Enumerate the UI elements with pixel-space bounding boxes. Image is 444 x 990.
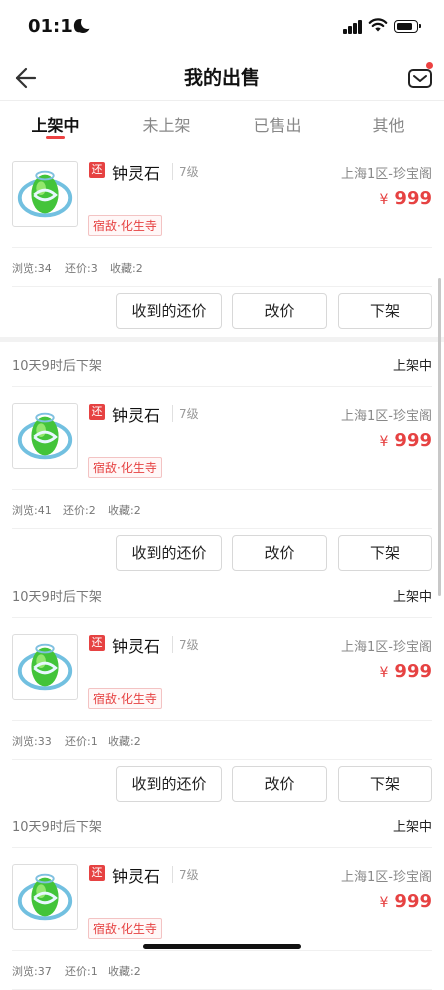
listing-actions: 收到的还价 改价 下架: [12, 287, 432, 337]
listing-item[interactable]: 还 钟灵石 7级 上海1区-珍宝阁 ¥999 宿敌·化生寺: [12, 387, 432, 490]
expiry-text: 10天9时后下架: [12, 590, 102, 605]
item-price: ¥999: [380, 188, 433, 209]
counter-offer-tag: 还: [89, 865, 105, 881]
received-offers-button[interactable]: 收到的还价: [116, 766, 222, 802]
server-name: 上海1区-珍宝阁: [341, 167, 432, 182]
item-name: 钟灵石: [112, 406, 161, 425]
tab-bar: 上架中 未上架 已售出 其他: [0, 100, 444, 145]
item-attribute-tag: 宿敌·化生寺: [88, 457, 162, 478]
server-name: 上海1区-珍宝阁: [341, 870, 432, 885]
change-price-button[interactable]: 改价: [232, 535, 327, 571]
price-value: 999: [394, 430, 432, 451]
listing-actions: 收到的还价 改价 下架: [12, 529, 432, 579]
price-value: 999: [394, 661, 432, 682]
listing-stats: 浏览:37 还价:1 收藏:2: [12, 951, 432, 990]
currency-symbol: ¥: [379, 895, 389, 911]
home-indicator[interactable]: [143, 944, 301, 949]
item-attribute-tag: 宿敌·化生寺: [88, 215, 162, 236]
listing-item[interactable]: 还 钟灵石 7级 上海1区-珍宝阁 ¥999 宿敌·化生寺: [12, 848, 432, 951]
listing-card: 10天9时后下架 上架中 还 钟灵石 7级 上海1区-珍宝阁 ¥999 宿敌·化…: [0, 803, 444, 990]
currency-symbol: ¥: [379, 192, 389, 208]
listing-stats: 浏览:34 还价:3 收藏:2: [12, 248, 432, 287]
currency-symbol: ¥: [379, 434, 389, 450]
counter-offers-count: 还价:2: [63, 504, 96, 517]
listing-card: 10天9时后下架 上架中 还 钟灵石 7级 上海1区-珍宝阁 ¥999 宿敌·化…: [0, 573, 444, 810]
active-tab-indicator: [46, 136, 65, 139]
tab-sold[interactable]: 已售出: [222, 112, 333, 136]
item-level: 7级: [172, 405, 199, 422]
expiry-text: 10天9时后下架: [12, 359, 102, 374]
counter-offers-count: 还价:1: [65, 965, 98, 978]
listing-card-header: 10天9时后下架 上架中: [12, 573, 432, 618]
listing-card-header: 10天9时后下架 上架中: [12, 803, 432, 848]
views-count: 浏览:37: [12, 965, 52, 978]
favorites-count: 收藏:2: [108, 504, 141, 517]
favorites-count: 收藏:2: [110, 262, 143, 275]
nav-bar: 我的出售: [0, 58, 444, 100]
item-price: ¥999: [380, 430, 433, 451]
views-count: 浏览:33: [12, 735, 52, 748]
spirit-stone-icon: [12, 634, 78, 700]
server-name: 上海1区-珍宝阁: [341, 640, 432, 655]
views-count: 浏览:41: [12, 504, 52, 517]
price-value: 999: [394, 188, 432, 209]
favorites-count: 收藏:2: [108, 735, 141, 748]
counter-offer-tag: 还: [89, 162, 105, 178]
change-price-button[interactable]: 改价: [232, 293, 327, 329]
listing-item[interactable]: 还 钟灵石 7级 上海1区-珍宝阁 ¥999 宿敌·化生寺: [12, 145, 432, 248]
delist-button[interactable]: 下架: [338, 766, 432, 802]
delist-button[interactable]: 下架: [338, 293, 432, 329]
item-level: 7级: [172, 163, 199, 180]
cellular-signal-icon: [343, 20, 363, 34]
spirit-stone-icon: [12, 403, 78, 469]
change-price-button[interactable]: 改价: [232, 766, 327, 802]
item-name: 钟灵石: [112, 867, 161, 886]
listing-item[interactable]: 还 钟灵石 7级 上海1区-珍宝阁 ¥999 宿敌·化生寺: [12, 618, 432, 721]
delist-button[interactable]: 下架: [338, 535, 432, 571]
counter-offer-tag: 还: [89, 635, 105, 651]
listing-status: 上架中: [392, 590, 432, 605]
price-value: 999: [394, 891, 432, 912]
moon-icon: [76, 16, 94, 33]
item-attribute-tag: 宿敌·化生寺: [88, 688, 162, 709]
listing-card-header: 10天9时后下架 上架中: [12, 342, 432, 387]
listing-status: 上架中: [392, 359, 432, 374]
views-count: 浏览:34: [12, 262, 52, 275]
counter-offer-tag: 还: [89, 404, 105, 420]
counter-offers-count: 还价:3: [65, 262, 98, 275]
received-offers-button[interactable]: 收到的还价: [116, 535, 222, 571]
item-level: 7级: [172, 866, 199, 883]
item-level: 7级: [172, 636, 199, 653]
item-price: ¥999: [380, 661, 433, 682]
item-name: 钟灵石: [112, 637, 161, 656]
currency-symbol: ¥: [379, 665, 389, 681]
tab-on-sale[interactable]: 上架中: [0, 112, 111, 136]
counter-offers-count: 还价:1: [65, 735, 98, 748]
page-title: 我的出售: [183, 67, 260, 89]
listing-card: 还 钟灵石 7级 上海1区-珍宝阁 ¥999 宿敌·化生寺 浏览:34 还价:3…: [0, 145, 444, 337]
item-price: ¥999: [380, 891, 433, 912]
scrollbar[interactable]: [438, 278, 441, 596]
spirit-stone-icon: [12, 864, 78, 930]
expiry-text: 10天9时后下架: [12, 820, 102, 835]
received-offers-button[interactable]: 收到的还价: [116, 293, 222, 329]
item-name: 钟灵石: [112, 164, 161, 183]
favorites-count: 收藏:2: [108, 965, 141, 978]
notification-dot: [426, 62, 433, 69]
tab-other[interactable]: 其他: [333, 112, 444, 136]
listing-card: 10天9时后下架 上架中 还 钟灵石 7级 上海1区-珍宝阁 ¥999 宿敌·化…: [0, 342, 444, 579]
wifi-icon: [368, 18, 388, 32]
tab-not-listed[interactable]: 未上架: [111, 112, 222, 136]
server-name: 上海1区-珍宝阁: [341, 409, 432, 424]
listing-status: 上架中: [392, 820, 432, 835]
listing-stats: 浏览:41 还价:2 收藏:2: [12, 490, 432, 529]
item-attribute-tag: 宿敌·化生寺: [88, 918, 162, 939]
battery-icon: [394, 20, 421, 33]
spirit-stone-icon: [12, 161, 78, 227]
listing-stats: 浏览:33 还价:1 收藏:2: [12, 721, 432, 760]
status-bar: 01:16: [0, 0, 444, 58]
